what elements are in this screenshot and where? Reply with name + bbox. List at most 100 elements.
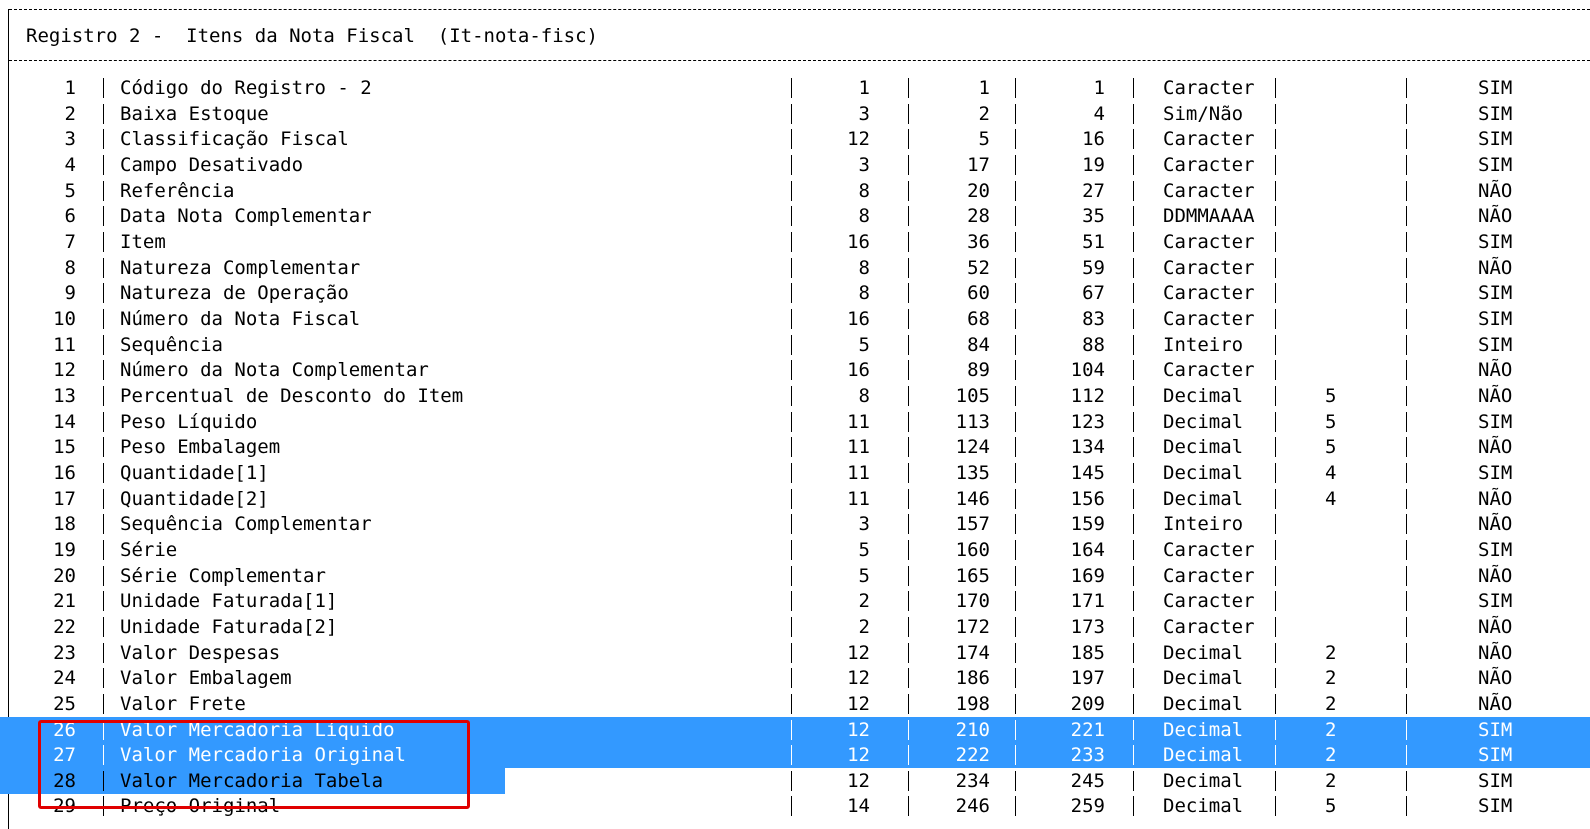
- column-separator: [1275, 385, 1276, 406]
- column-separator: [1015, 283, 1016, 304]
- table-row[interactable]: 10 Número da Nota Fiscal 16 68 83 Caracter SIM: [0, 306, 1590, 332]
- field-decimals: 2: [1325, 718, 1337, 741]
- table-row[interactable]: 20 Série Complementar 5 165 169 Caracter NÃO: [0, 563, 1590, 589]
- field-required: SIM: [1478, 410, 1513, 433]
- field-decimals: 5: [1325, 410, 1337, 433]
- column-separator: [791, 437, 792, 458]
- table-row[interactable]: 15 Peso Embalagem 11 124 134 Decimal 5 NÃO: [0, 434, 1590, 460]
- field-end: 123: [1070, 410, 1105, 433]
- table-row[interactable]: 7 Item 16 36 51 Caracter SIM: [0, 229, 1590, 255]
- field-size: 16: [847, 230, 870, 253]
- column-separator: [1275, 514, 1276, 535]
- column-separator: [908, 693, 909, 714]
- column-separator: [1275, 129, 1276, 150]
- table-row[interactable]: 16 Quantidade[1] 11 135 145 Decimal 4 SIM: [0, 460, 1590, 486]
- column-separator: [908, 488, 909, 509]
- column-separator: [908, 565, 909, 586]
- field-number: 3: [64, 128, 76, 151]
- column-separator: [1133, 668, 1134, 689]
- column-separator: [103, 693, 104, 714]
- column-separator: [908, 642, 909, 663]
- column-separator: [791, 668, 792, 689]
- field-size: 8: [858, 384, 870, 407]
- field-name: Quantidade[2]: [120, 487, 269, 510]
- column-separator: [1275, 78, 1276, 98]
- field-number: 28: [53, 769, 76, 792]
- field-name: Valor Frete: [120, 692, 246, 715]
- field-required: NÃO: [1478, 641, 1513, 664]
- column-separator: [1275, 283, 1276, 304]
- field-start: 172: [955, 615, 990, 638]
- table-row[interactable]: 2 Baixa Estoque 3 2 4 Sim/Não SIM: [0, 101, 1590, 127]
- field-name: Número da Nota Fiscal: [120, 307, 361, 330]
- column-separator: [791, 308, 792, 329]
- column-separator: [1015, 437, 1016, 458]
- field-type: Decimal: [1163, 718, 1244, 741]
- table-row[interactable]: 9 Natureza de Operação 8 60 67 Caracter SIM: [0, 280, 1590, 306]
- table-row[interactable]: 1 Código do Registro - 2 1 1 1 Caracter SIM: [0, 75, 1590, 101]
- field-size: 5: [858, 333, 870, 356]
- column-separator: [1275, 360, 1276, 381]
- column-separator: [1133, 257, 1134, 278]
- field-number: 13: [53, 384, 76, 407]
- top-dashed-rule: [9, 9, 1590, 10]
- table-row[interactable]: 18 Sequência Complementar 3 157 159 Inteiro NÃ…: [0, 511, 1590, 537]
- column-separator: [791, 591, 792, 612]
- field-type: Caracter: [1163, 282, 1255, 305]
- column-separator: [103, 103, 104, 124]
- table-row[interactable]: 22 Unidade Faturada[2] 2 172 173 Caracter NÃO: [0, 614, 1590, 640]
- table-row[interactable]: 26 Valor Mercadoria Líquido 12 210 221 Decima…: [0, 716, 1590, 743]
- column-separator: [791, 411, 792, 432]
- field-start: 89: [967, 359, 990, 382]
- column-separator: [1133, 385, 1134, 406]
- field-start: 210: [955, 718, 990, 741]
- field-end: 4: [1093, 102, 1105, 125]
- table-row[interactable]: 28 Valor Mercadoria Tabela 12 234 245 Decimal…: [0, 767, 1590, 794]
- field-name: Unidade Faturada[2]: [120, 615, 338, 638]
- table-row[interactable]: 3 Classificação Fiscal 12 5 16 Caracter SIM: [0, 126, 1590, 152]
- table-row[interactable]: 23 Valor Despesas 12 174 185 Decimal 2 NÃO: [0, 640, 1590, 666]
- table-row[interactable]: 11 Sequência 5 84 88 Inteiro SIM: [0, 332, 1590, 358]
- column-separator: [1015, 719, 1016, 740]
- column-separator: [103, 308, 104, 329]
- table-row[interactable]: 8 Natureza Complementar 8 52 59 Caracter NÃO: [0, 255, 1590, 281]
- field-name: Percentual de Desconto do Item: [120, 384, 464, 407]
- column-separator: [1015, 642, 1016, 663]
- table-row[interactable]: 17 Quantidade[2] 11 146 156 Decimal 4 NÃO: [0, 486, 1590, 512]
- field-end: 104: [1070, 359, 1105, 382]
- field-required: NÃO: [1478, 179, 1513, 202]
- field-size: 3: [858, 513, 870, 536]
- table-row[interactable]: 14 Peso Líquido 11 113 123 Decimal 5 SIM: [0, 409, 1590, 435]
- column-separator: [1275, 719, 1276, 740]
- field-required: SIM: [1478, 77, 1513, 99]
- table-row[interactable]: 27 Valor Mercadoria Original 12 222 233 Decim…: [0, 742, 1590, 769]
- table-row[interactable]: 24 Valor Embalagem 12 186 197 Decimal 2 NÃO: [0, 665, 1590, 691]
- table-row[interactable]: 19 Série 5 160 164 Caracter SIM: [0, 537, 1590, 563]
- column-separator: [1133, 745, 1134, 766]
- column-separator: [1406, 206, 1407, 227]
- column-separator: [1275, 308, 1276, 329]
- field-type: Caracter: [1163, 230, 1255, 253]
- column-separator: [1275, 206, 1276, 227]
- table-row[interactable]: 6 Data Nota Complementar 8 28 35 DDMMAAAA NÃO: [0, 203, 1590, 229]
- column-separator: [1406, 616, 1407, 637]
- column-separator: [103, 437, 104, 458]
- column-separator: [1133, 796, 1134, 817]
- table-row[interactable]: 13 Percentual de Desconto do Item 8 105 112 D…: [0, 383, 1590, 409]
- table-row[interactable]: 5 Referência 8 20 27 Caracter NÃO: [0, 178, 1590, 204]
- table-row[interactable]: 12 Número da Nota Complementar 16 89 104 Cara…: [0, 357, 1590, 383]
- table-row[interactable]: 29 Preço Original 14 246 259 Decimal 5 SIM: [0, 793, 1590, 819]
- field-end: 88: [1082, 333, 1105, 356]
- field-number: 15: [53, 436, 76, 459]
- field-type: Inteiro: [1163, 333, 1244, 356]
- header-dashed-rule: [9, 60, 1590, 61]
- column-separator: [103, 514, 104, 535]
- field-start: 198: [955, 692, 990, 715]
- column-separator: [103, 154, 104, 175]
- column-separator: [1133, 565, 1134, 586]
- table-row[interactable]: 4 Campo Desativado 3 17 19 Caracter SIM: [0, 152, 1590, 178]
- table-row[interactable]: 25 Valor Frete 12 198 209 Decimal 2 NÃO: [0, 691, 1590, 717]
- field-name: Número da Nota Complementar: [120, 359, 429, 382]
- table-row[interactable]: 21 Unidade Faturada[1] 2 170 171 Caracter SIM: [0, 588, 1590, 614]
- column-separator: [1133, 539, 1134, 560]
